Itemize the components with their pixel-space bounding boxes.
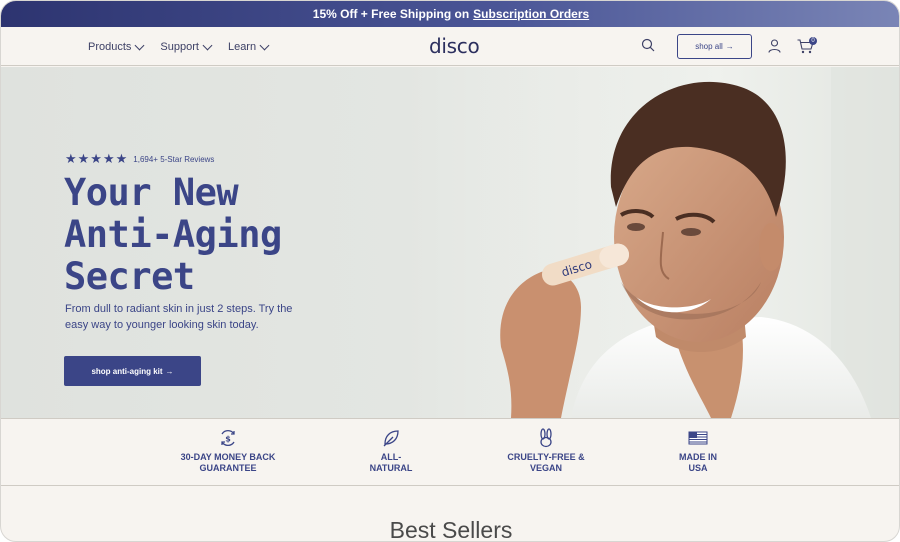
header: Products Support Learn disco shop all → (1, 27, 899, 66)
rating-text: 1,694+ 5-Star Reviews (133, 154, 215, 164)
nav-label: Products (88, 40, 132, 53)
shop-all-label: shop all (695, 42, 723, 51)
headline-line: Anti-Aging (64, 213, 282, 256)
feature-label: MADE IN USA (679, 452, 717, 473)
cta-label: shop anti-aging kit (91, 366, 163, 376)
leaf-icon (383, 430, 399, 447)
us-flag-icon (688, 431, 708, 445)
feature-made-in-usa: MADE IN USA (643, 428, 753, 474)
nav-support[interactable]: Support (160, 40, 213, 53)
shop-all-button[interactable]: shop all → (677, 34, 752, 59)
headline-line: Secret (64, 255, 195, 298)
main-nav: Products Support Learn (88, 27, 270, 66)
hero-headline: Your New Anti-Aging Secret (64, 172, 364, 298)
feature-label: ALL- NATURAL (369, 452, 413, 473)
section-title: Best Sellers (389, 517, 513, 542)
bunny-icon (540, 428, 552, 448)
feature-label: CRUELTY-FREE & VEGAN (507, 452, 585, 473)
chevron-down-icon (259, 40, 270, 50)
chevron-down-icon (202, 40, 213, 50)
hero-photo: disco (441, 67, 899, 418)
nav-label: Learn (227, 40, 257, 53)
feature-money-back: $ 30-DAY MONEY BACK GUARANTEE (173, 428, 283, 474)
money-back-icon: $ (221, 430, 235, 446)
hero-subtext: From dull to radiant skin in just 2 step… (65, 303, 293, 331)
cart-count-badge: 0 (809, 37, 817, 45)
promo-bar: 15% Off + Free Shipping on Subscription … (1, 1, 899, 27)
shop-anti-aging-kit-button[interactable]: shop anti-aging kit → (64, 356, 201, 386)
logo[interactable]: disco (429, 34, 480, 58)
arrow-right-icon: → (165, 366, 174, 376)
page-frame: 15% Off + Free Shipping on Subscription … (0, 0, 900, 542)
hero: ★★★★★ 1,694+ 5-Star Reviews Your New Ant… (1, 67, 899, 418)
nav-learn[interactable]: Learn (227, 40, 270, 53)
feature-label: 30-DAY MONEY BACK GUARANTEE (180, 452, 276, 473)
star-rating-icon: ★★★★★ (65, 151, 129, 166)
rating: ★★★★★ 1,694+ 5-Star Reviews (65, 151, 214, 167)
account-icon[interactable] (768, 39, 781, 53)
features-strip: $ 30-DAY MONEY BACK GUARANTEE ALL- NATUR… (1, 418, 899, 486)
search-icon[interactable] (641, 38, 655, 52)
nav-label: Support (160, 40, 199, 53)
svg-text:$: $ (225, 435, 231, 444)
feature-all-natural: ALL- NATURAL (336, 428, 446, 474)
chevron-down-icon (134, 40, 145, 50)
headline-line: Your New (64, 171, 239, 214)
promo-link[interactable]: Subscription Orders (473, 7, 589, 21)
arrow-right-icon: → (725, 42, 734, 51)
feature-cruelty-free: CRUELTY-FREE & VEGAN (491, 428, 601, 474)
nav-products[interactable]: Products (88, 40, 145, 53)
promo-text: 15% Off + Free Shipping on (312, 7, 470, 21)
